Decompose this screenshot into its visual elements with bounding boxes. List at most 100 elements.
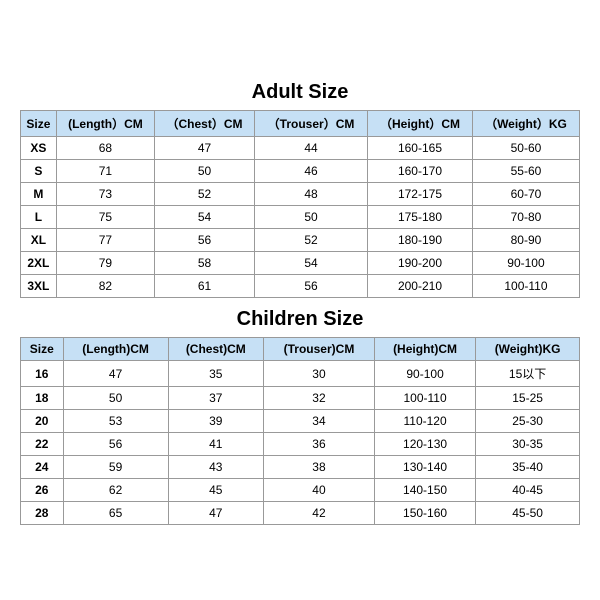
table-cell: 56 [155,229,255,252]
adult-header-cell: Size [21,111,57,137]
table-cell: 90-100 [472,252,579,275]
table-cell: 35-40 [476,456,580,479]
table-cell: 55-60 [472,160,579,183]
table-cell: 75 [56,206,154,229]
table-cell: S [21,160,57,183]
table-cell: 45-50 [476,502,580,525]
table-cell: 68 [56,137,154,160]
table-cell: 82 [56,275,154,298]
table-cell: 3XL [21,275,57,298]
table-row: 22564136120-13030-35 [21,433,580,456]
table-row: L755450175-18070-80 [21,206,580,229]
table-cell: 52 [155,183,255,206]
adult-header-cell: （Height）CM [368,111,473,137]
table-cell: 15以下 [476,361,580,387]
table-cell: 39 [168,410,263,433]
table-cell: 26 [21,479,64,502]
table-cell: 24 [21,456,64,479]
table-cell: 15-25 [476,387,580,410]
table-cell: 59 [63,456,168,479]
table-cell: 35 [168,361,263,387]
adult-header-cell: （Weight）KG [472,111,579,137]
adult-tbody: XS684744160-16550-60S715046160-17055-60M… [21,137,580,298]
table-cell: 32 [263,387,374,410]
table-cell: 52 [254,229,367,252]
table-cell: 50-60 [472,137,579,160]
table-cell: 56 [254,275,367,298]
table-row: 28654742150-16045-50 [21,502,580,525]
children-header-cell: (Height)CM [374,338,475,361]
table-cell: 62 [63,479,168,502]
children-header-cell: Size [21,338,64,361]
table-row: 1647353090-10015以下 [21,361,580,387]
table-row: 3XL826156200-210100-110 [21,275,580,298]
adult-header-cell: （Chest）CM [155,111,255,137]
table-row: 20533934110-12025-30 [21,410,580,433]
table-cell: 50 [63,387,168,410]
table-cell: 46 [254,160,367,183]
table-cell: 41 [168,433,263,456]
table-row: XS684744160-16550-60 [21,137,580,160]
table-cell: M [21,183,57,206]
table-cell: 47 [63,361,168,387]
adult-header-row: Size(Length）CM（Chest）CM（Trouser）CM（Heigh… [21,111,580,137]
table-cell: 36 [263,433,374,456]
table-cell: 65 [63,502,168,525]
table-cell: 47 [155,137,255,160]
table-cell: 100-110 [374,387,475,410]
table-cell: 48 [254,183,367,206]
children-header-cell: (Trouser)CM [263,338,374,361]
table-row: S715046160-17055-60 [21,160,580,183]
table-cell: 50 [155,160,255,183]
table-cell: 40-45 [476,479,580,502]
table-cell: 60-70 [472,183,579,206]
adult-thead: Size(Length）CM（Chest）CM（Trouser）CM（Heigh… [21,111,580,137]
adult-table: Size(Length）CM（Chest）CM（Trouser）CM（Heigh… [20,110,580,298]
table-cell: 120-130 [374,433,475,456]
table-cell: 90-100 [374,361,475,387]
table-cell: 80-90 [472,229,579,252]
table-cell: 50 [254,206,367,229]
table-cell: 25-30 [476,410,580,433]
adult-section: Adult Size Size(Length）CM（Chest）CM（Trous… [20,75,580,298]
table-cell: L [21,206,57,229]
table-cell: 130-140 [374,456,475,479]
table-cell: 38 [263,456,374,479]
table-cell: 77 [56,229,154,252]
table-cell: XL [21,229,57,252]
children-header-row: Size(Length)CM(Chest)CM(Trouser)CM(Heigh… [21,338,580,361]
children-table: Size(Length)CM(Chest)CM(Trouser)CM(Heigh… [20,337,580,525]
table-cell: 30-35 [476,433,580,456]
children-thead: Size(Length)CM(Chest)CM(Trouser)CM(Heigh… [21,338,580,361]
children-header-cell: (Length)CM [63,338,168,361]
table-cell: 110-120 [374,410,475,433]
main-container: Adult Size Size(Length）CM（Chest）CM（Trous… [10,65,590,535]
table-cell: 20 [21,410,64,433]
children-header-cell: (Weight)KG [476,338,580,361]
table-cell: 61 [155,275,255,298]
table-cell: 2XL [21,252,57,275]
table-cell: 100-110 [472,275,579,298]
table-cell: 18 [21,387,64,410]
table-row: 24594338130-14035-40 [21,456,580,479]
table-cell: 150-160 [374,502,475,525]
table-cell: 70-80 [472,206,579,229]
table-cell: 175-180 [368,206,473,229]
table-row: XL775652180-19080-90 [21,229,580,252]
table-cell: 45 [168,479,263,502]
table-cell: 160-165 [368,137,473,160]
table-cell: 43 [168,456,263,479]
table-cell: 180-190 [368,229,473,252]
table-row: 26624540140-15040-45 [21,479,580,502]
children-section: Children Size Size(Length)CM(Chest)CM(Tr… [20,302,580,525]
table-cell: 54 [254,252,367,275]
table-cell: 56 [63,433,168,456]
table-cell: 200-210 [368,275,473,298]
table-cell: 190-200 [368,252,473,275]
table-cell: 140-150 [374,479,475,502]
table-cell: 172-175 [368,183,473,206]
table-row: 2XL795854190-20090-100 [21,252,580,275]
table-cell: 34 [263,410,374,433]
table-cell: 47 [168,502,263,525]
adult-title: Adult Size [20,75,580,110]
